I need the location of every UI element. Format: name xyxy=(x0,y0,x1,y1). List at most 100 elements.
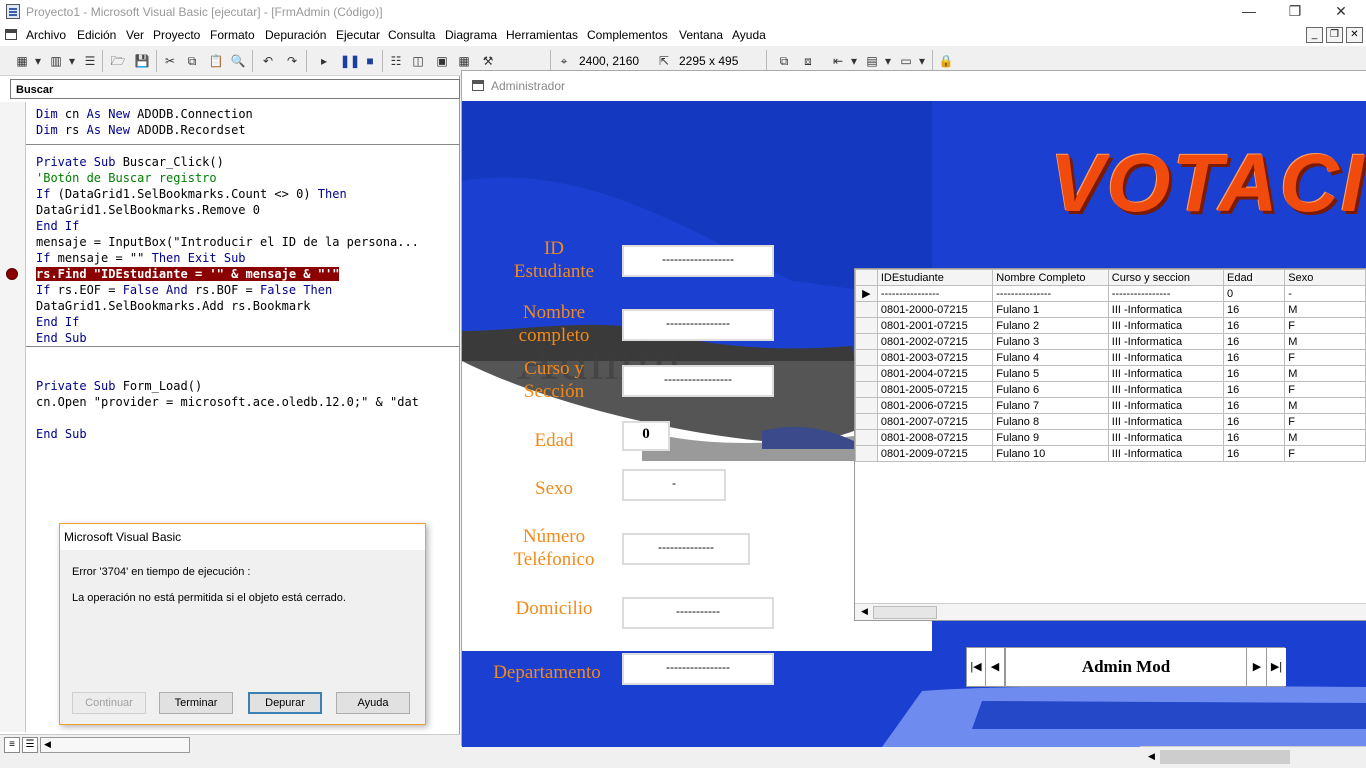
copy-icon[interactable]: ⧉ xyxy=(184,53,200,69)
grid-cell[interactable]: M xyxy=(1284,429,1366,446)
properties-window-icon[interactable]: ◫ xyxy=(410,53,426,69)
grid-cell[interactable]: 16 xyxy=(1222,445,1286,462)
save-project-icon[interactable]: 💾 xyxy=(134,53,150,69)
scroll-thumb[interactable] xyxy=(873,606,937,619)
code-line[interactable]: Dim rs As New ADODB.Recordset xyxy=(36,122,246,138)
center-icon[interactable]: ▤ xyxy=(864,53,880,69)
menu-archivo[interactable]: Archivo xyxy=(26,28,66,42)
code-margin[interactable] xyxy=(0,102,26,732)
menu-complementos[interactable]: Complementos xyxy=(587,28,668,42)
grid-cell[interactable]: Fulano 6 xyxy=(992,381,1109,398)
grid-cell[interactable]: 0801-2005-07215 xyxy=(876,381,994,398)
code-line[interactable]: mensaje = InputBox("Introducir el ID de … xyxy=(36,234,419,250)
grid-cell[interactable]: Fulano 8 xyxy=(992,413,1109,430)
toolbox-icon[interactable]: ⚒ xyxy=(480,53,496,69)
breakpoint-icon[interactable] xyxy=(6,268,18,280)
menu-editor-icon[interactable]: ☰ xyxy=(82,53,98,69)
code-line[interactable]: If (DataGrid1.SelBookmarks.Count <> 0) T… xyxy=(36,186,347,202)
table-row[interactable]: 0801-2008-07215 Fulano 9 III -Informatica 1… xyxy=(855,429,1366,446)
column-header[interactable]: Edad xyxy=(1222,269,1286,286)
grid-cell[interactable]: 0801-2007-07215 xyxy=(876,413,994,430)
menu-depuracion[interactable]: Depuración xyxy=(265,28,326,42)
code-line[interactable]: If mensaje = "" Then Exit Sub xyxy=(36,250,246,266)
grid-cell[interactable]: Fulano 10 xyxy=(992,445,1109,462)
edad-field[interactable]: 0 xyxy=(622,421,670,451)
end-icon[interactable]: ■ xyxy=(362,53,378,69)
grid-cell[interactable]: Fulano 4 xyxy=(992,349,1109,366)
grid-cell[interactable]: 16 xyxy=(1222,397,1286,414)
grid-cell[interactable]: 0801-2003-07215 xyxy=(876,349,994,366)
dropdown-arrow-icon[interactable]: ▾ xyxy=(914,53,930,69)
code-line[interactable]: End Sub xyxy=(36,330,87,346)
menu-ver[interactable]: Ver xyxy=(126,28,144,42)
row-selector[interactable] xyxy=(855,445,878,462)
form-icon[interactable] xyxy=(472,80,484,91)
table-row[interactable]: 0801-2007-07215 Fulano 8 III -Informatica 1… xyxy=(855,413,1366,430)
grid-cell[interactable]: 16 xyxy=(1222,429,1286,446)
start-icon[interactable]: ▸ xyxy=(316,53,332,69)
grid-cell[interactable]: III -Informatica xyxy=(1107,397,1224,414)
menu-ejecutar[interactable]: Ejecutar xyxy=(336,28,380,42)
table-row[interactable]: 0801-2000-07215 Fulano 1 III -Informatica 1… xyxy=(855,301,1366,318)
column-header[interactable]: Curso y seccion xyxy=(1107,269,1224,286)
row-selector[interactable] xyxy=(855,365,878,382)
grid-cell[interactable]: 0801-2006-07215 xyxy=(876,397,994,414)
menu-consulta[interactable]: Consulta xyxy=(388,28,435,42)
table-row[interactable]: 0801-2006-07215 Fulano 7 III -Informatica 1… xyxy=(855,397,1366,414)
menu-formato[interactable]: Formato xyxy=(210,28,255,42)
domicilio-field[interactable]: ----------- xyxy=(622,597,774,629)
open-project-icon[interactable]: 🗁 xyxy=(110,53,126,69)
find-icon[interactable]: 🔍 xyxy=(230,53,246,69)
move-previous-button[interactable]: ◀ xyxy=(986,648,1005,686)
code-line[interactable]: If rs.EOF = False And rs.BOF = False The… xyxy=(36,282,332,298)
grid-cell[interactable]: III -Informatica xyxy=(1107,365,1224,382)
make-same-size-icon[interactable]: ▭ xyxy=(898,53,914,69)
dropdown-arrow-icon[interactable]: ▾ xyxy=(30,53,46,69)
grid-cell[interactable]: 0801-2001-07215 xyxy=(876,317,994,334)
scroll-left-icon[interactable]: ◀ xyxy=(861,606,868,617)
menu-proyecto[interactable]: Proyecto xyxy=(153,28,200,42)
grid-cell[interactable]: 0801-2002-07215 xyxy=(876,333,994,350)
table-row[interactable]: 0801-2005-07215 Fulano 6 III -Informatica 1… xyxy=(855,381,1366,398)
code-line[interactable]: End If xyxy=(36,218,79,234)
grid-cell[interactable]: 16 xyxy=(1222,333,1286,350)
code-line[interactable]: DataGrid1.SelBookmarks.Add rs.Bookmark xyxy=(36,298,311,314)
current-row[interactable]: ▶ ---------------- --------------- -----… xyxy=(855,285,1366,302)
grid-cell[interactable]: M xyxy=(1284,333,1366,350)
current-record-icon[interactable]: ▶ xyxy=(855,285,878,302)
object-combobox[interactable]: Buscar xyxy=(10,79,460,99)
lock-controls-icon[interactable]: 🔒 xyxy=(938,53,954,69)
grid-cell[interactable]: F xyxy=(1284,317,1366,334)
grid-cell[interactable]: F xyxy=(1284,349,1366,366)
grid-cell[interactable]: III -Informatica xyxy=(1107,445,1224,462)
column-header[interactable]: Sexo xyxy=(1284,269,1366,286)
row-selector[interactable] xyxy=(855,333,878,350)
grid-cell[interactable]: III -Informatica xyxy=(1107,333,1224,350)
grid-cell[interactable]: 16 xyxy=(1222,317,1286,334)
object-browser-icon[interactable]: ▦ xyxy=(456,53,472,69)
sexo-field[interactable]: - xyxy=(622,469,726,501)
grid-cell[interactable]: III -Informatica xyxy=(1107,381,1224,398)
numero-telefonico-field[interactable]: -------------- xyxy=(622,533,750,565)
menu-ayuda[interactable]: Ayuda xyxy=(732,28,766,42)
code-line[interactable]: DataGrid1.SelBookmarks.Remove 0 xyxy=(36,202,260,218)
add-form-icon[interactable]: ▥ xyxy=(48,53,64,69)
code-line[interactable]: Private Sub Form_Load() xyxy=(36,378,202,394)
redo-icon[interactable]: ↷ xyxy=(284,53,300,69)
grid-cell[interactable]: 0801-2009-07215 xyxy=(876,445,994,462)
row-selector[interactable] xyxy=(855,349,878,366)
dropdown-arrow-icon[interactable]: ▾ xyxy=(880,53,896,69)
grid-cell[interactable]: 16 xyxy=(1222,413,1286,430)
row-selector[interactable] xyxy=(855,397,878,414)
minimize-icon[interactable]: — xyxy=(1226,0,1272,24)
grid-cell[interactable]: Fulano 7 xyxy=(992,397,1109,414)
grid-cell[interactable]: F xyxy=(1284,413,1366,430)
dropdown-arrow-icon[interactable]: ▾ xyxy=(846,53,862,69)
debug-button[interactable]: Depurar xyxy=(248,692,322,714)
grid-cell[interactable]: 16 xyxy=(1222,381,1286,398)
child-minimize-icon[interactable]: _ xyxy=(1306,27,1323,43)
cut-icon[interactable]: ✂ xyxy=(162,53,178,69)
restore-icon[interactable]: ❐ xyxy=(1272,0,1318,24)
grid-cell[interactable]: 16 xyxy=(1222,301,1286,318)
break-icon[interactable]: ❚❚ xyxy=(340,53,360,69)
